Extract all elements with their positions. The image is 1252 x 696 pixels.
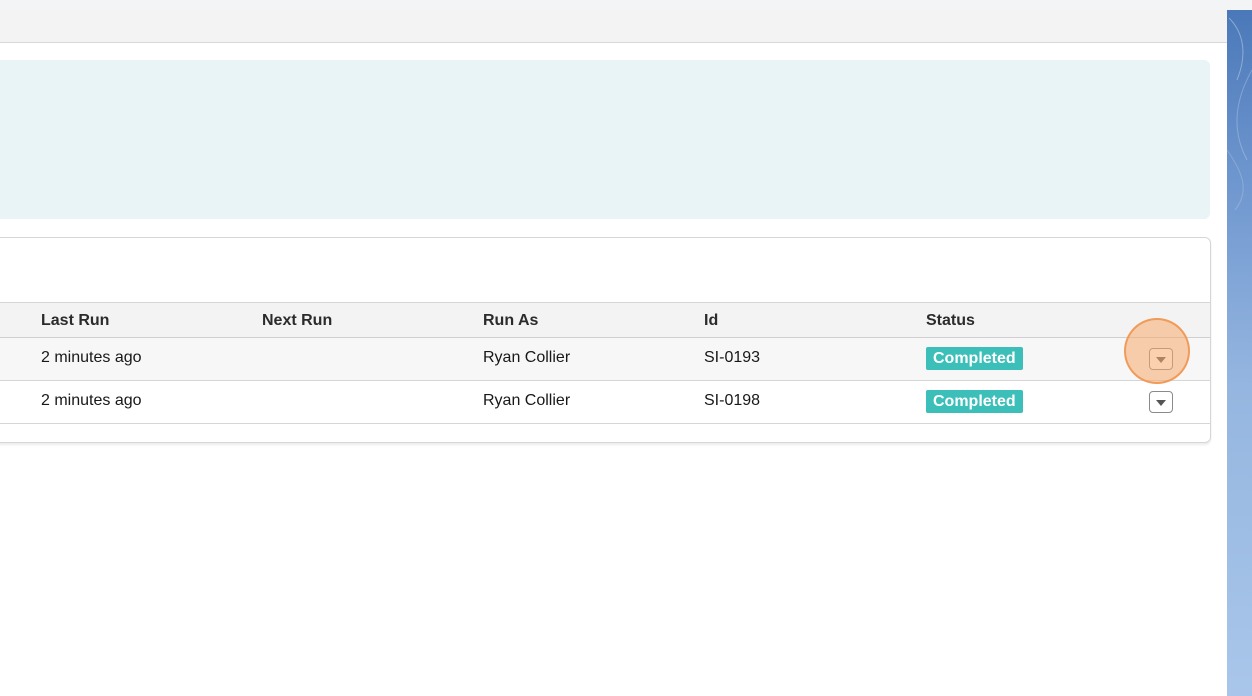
- cell-id: SI-0193: [704, 349, 761, 366]
- column-header-run-as[interactable]: Run As: [483, 312, 538, 330]
- cell-run-as: Ryan Collier: [483, 392, 571, 409]
- column-header-next-run[interactable]: Next Run: [262, 312, 332, 330]
- status-badge: Completed: [926, 347, 1023, 370]
- chevron-down-icon: [1156, 400, 1166, 406]
- table-row: 2 minutes ago Ryan Collier SI-0193 Compl…: [0, 338, 1210, 381]
- column-header-status[interactable]: Status: [926, 312, 975, 330]
- scheduled-items-card: Last Run Next Run Run As Id Status 2 min…: [0, 237, 1211, 443]
- cell-last-run: 2 minutes ago: [41, 349, 142, 366]
- column-header-last-run[interactable]: Last Run: [41, 312, 109, 330]
- row-actions-button[interactable]: [1149, 391, 1173, 413]
- header-bar: [0, 10, 1227, 43]
- cell-id: SI-0198: [704, 392, 761, 409]
- status-badge: Completed: [926, 390, 1023, 413]
- column-header-id[interactable]: Id: [704, 312, 718, 330]
- info-panel: [0, 60, 1210, 219]
- top-strip: [0, 0, 1252, 10]
- table-row: 2 minutes ago Ryan Collier SI-0198 Compl…: [0, 381, 1210, 424]
- background-rail: [1227, 10, 1252, 696]
- background-pattern: [1227, 17, 1252, 211]
- click-highlight-indicator: [1124, 318, 1190, 384]
- cell-run-as: Ryan Collier: [483, 349, 571, 366]
- cell-last-run: 2 minutes ago: [41, 392, 142, 409]
- table-header: Last Run Next Run Run As Id Status: [0, 302, 1210, 339]
